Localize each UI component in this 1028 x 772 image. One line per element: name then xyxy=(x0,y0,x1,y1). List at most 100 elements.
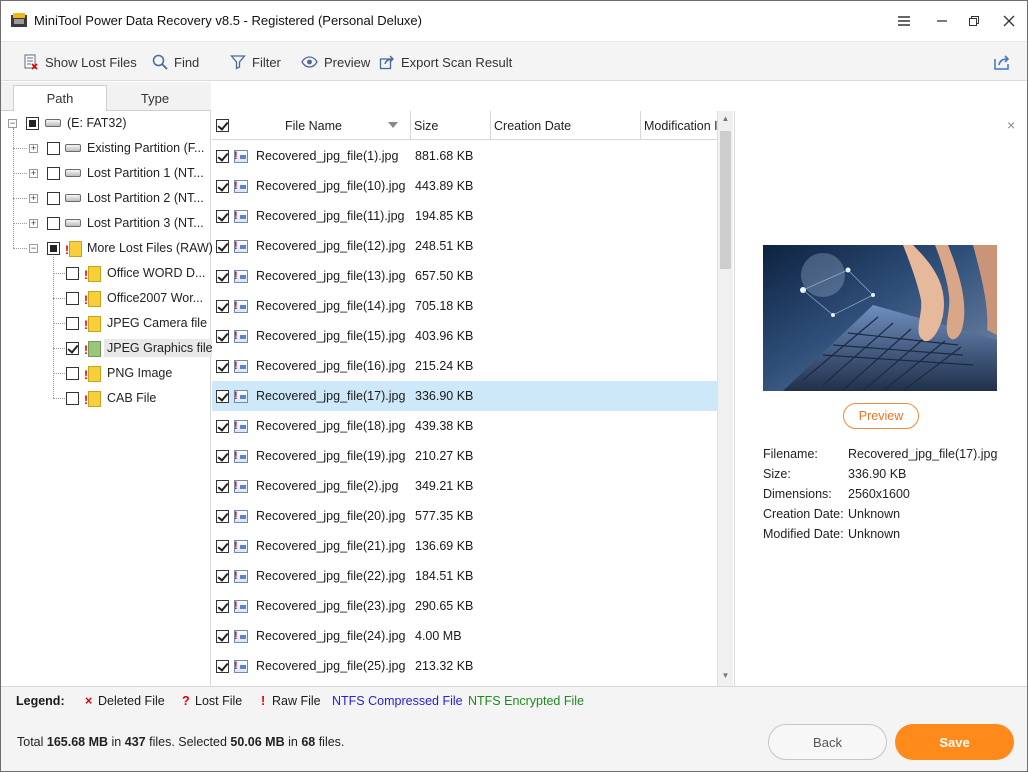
file-row[interactable]: Recovered_jpg_file(1).jpg 881.68 KB xyxy=(212,141,717,171)
partition-checkbox[interactable] xyxy=(47,142,60,155)
collapse-icon[interactable]: − xyxy=(8,119,17,128)
close-button[interactable] xyxy=(997,10,1021,32)
raw-type-checkbox[interactable] xyxy=(66,342,79,355)
file-row[interactable]: Recovered_jpg_file(23).jpg 290.65 KB xyxy=(212,591,717,621)
tree-item-partition[interactable]: + Lost Partition 2 (NT... xyxy=(1,186,211,211)
column-file-name[interactable]: File Name xyxy=(212,111,411,140)
file-checkbox[interactable] xyxy=(216,660,229,673)
file-row[interactable]: Recovered_jpg_file(25).jpg 213.32 KB xyxy=(212,651,717,681)
file-row-selected[interactable]: Recovered_jpg_file(17).jpg 336.90 KB xyxy=(212,381,717,411)
column-modification-date[interactable]: Modification I xyxy=(641,111,717,140)
file-row[interactable]: Recovered_jpg_file(10).jpg 443.89 KB xyxy=(212,171,717,201)
file-checkbox[interactable] xyxy=(216,420,229,433)
file-row[interactable]: Recovered_jpg_file(18).jpg 439.38 KB xyxy=(212,411,717,441)
raw-type-checkbox[interactable] xyxy=(66,367,79,380)
collapse-icon[interactable]: − xyxy=(29,244,38,253)
file-checkbox[interactable] xyxy=(216,210,229,223)
tree-item-more-lost-files[interactable]: − More Lost Files (RAW) xyxy=(1,236,213,261)
file-checkbox[interactable] xyxy=(216,600,229,613)
file-row[interactable]: Recovered_jpg_file(24).jpg 4.00 MB xyxy=(212,621,717,651)
select-all-checkbox[interactable] xyxy=(216,119,229,132)
find-button[interactable]: Find xyxy=(152,52,199,72)
legend-title: Legend: xyxy=(16,694,65,708)
file-list-scrollbar[interactable]: ▲ ▼ xyxy=(717,111,733,686)
minimize-icon xyxy=(937,20,947,22)
root-checkbox[interactable] xyxy=(26,117,39,130)
file-row[interactable]: Recovered_jpg_file(14).jpg 705.18 KB xyxy=(212,291,717,321)
file-checkbox[interactable] xyxy=(216,630,229,643)
tree-item-raw-type[interactable]: Office WORD D... xyxy=(1,261,211,286)
expand-icon[interactable]: + xyxy=(29,194,38,203)
file-checkbox[interactable] xyxy=(216,240,229,253)
file-checkbox[interactable] xyxy=(216,510,229,523)
eye-icon xyxy=(301,56,318,68)
tree-item-partition[interactable]: + Lost Partition 1 (NT... xyxy=(1,161,211,186)
file-row[interactable]: Recovered_jpg_file(12).jpg 248.51 KB xyxy=(212,231,717,261)
column-size[interactable]: Size xyxy=(411,111,491,140)
close-preview-icon[interactable]: × xyxy=(1007,117,1015,133)
scroll-up-icon[interactable]: ▲ xyxy=(720,114,731,126)
tree-item-raw-type[interactable]: CAB File xyxy=(1,386,211,411)
tree-item-raw-type[interactable]: Office2007 Wor... xyxy=(1,286,211,311)
raw-type-checkbox[interactable] xyxy=(66,267,79,280)
raw-type-checkbox[interactable] xyxy=(66,392,79,405)
file-checkbox[interactable] xyxy=(216,150,229,163)
file-checkbox[interactable] xyxy=(216,390,229,403)
file-row[interactable]: Recovered_jpg_file(20).jpg 577.35 KB xyxy=(212,501,717,531)
preview-button[interactable]: Preview xyxy=(843,403,919,429)
raw-folder-icon xyxy=(84,391,101,407)
partition-checkbox[interactable] xyxy=(47,167,60,180)
preview-toolbar-button[interactable]: Preview xyxy=(301,52,370,72)
file-checkbox[interactable] xyxy=(216,450,229,463)
filter-button[interactable]: Filter xyxy=(230,52,281,72)
file-row[interactable]: Recovered_jpg_file(19).jpg 210.27 KB xyxy=(212,441,717,471)
partition-checkbox[interactable] xyxy=(47,192,60,205)
file-row[interactable]: Recovered_jpg_file(15).jpg 403.96 KB xyxy=(212,321,717,351)
tree-item-partition[interactable]: + Existing Partition (F... xyxy=(1,136,211,161)
expand-icon[interactable]: + xyxy=(29,219,38,228)
export-scan-result-button[interactable]: Export Scan Result xyxy=(379,52,512,72)
tab-path[interactable]: Path xyxy=(13,85,107,112)
minimize-button[interactable] xyxy=(930,10,954,32)
scrollbar-thumb[interactable] xyxy=(720,131,731,269)
tree-item-label: (E: FAT32) xyxy=(67,116,127,130)
save-button[interactable]: Save xyxy=(895,724,1014,760)
file-checkbox[interactable] xyxy=(216,360,229,373)
raw-type-checkbox[interactable] xyxy=(66,317,79,330)
tree-item-raw-type[interactable]: JPEG Camera file xyxy=(1,311,211,336)
expand-icon[interactable]: + xyxy=(29,144,38,153)
file-row[interactable]: Recovered_jpg_file(2).jpg 349.21 KB xyxy=(212,471,717,501)
file-checkbox[interactable] xyxy=(216,540,229,553)
file-checkbox[interactable] xyxy=(216,300,229,313)
tab-type[interactable]: Type xyxy=(108,85,202,112)
file-checkbox[interactable] xyxy=(216,270,229,283)
back-button[interactable]: Back xyxy=(768,724,887,760)
lost-file-icon: ? xyxy=(182,694,190,708)
file-row[interactable]: Recovered_jpg_file(13).jpg 657.50 KB xyxy=(212,261,717,291)
file-checkbox[interactable] xyxy=(216,330,229,343)
tree-item-raw-type[interactable]: PNG Image xyxy=(1,361,211,386)
raw-type-checkbox[interactable] xyxy=(66,292,79,305)
tree-item-raw-type[interactable]: JPEG Graphics file xyxy=(1,336,216,361)
menu-button[interactable] xyxy=(892,10,916,32)
file-row[interactable]: Recovered_jpg_file(22).jpg 184.51 KB xyxy=(212,561,717,591)
tree-item-root[interactable]: − (E: FAT32) xyxy=(1,111,211,136)
file-checkbox[interactable] xyxy=(216,180,229,193)
column-creation-date[interactable]: Creation Date xyxy=(491,111,641,140)
column-file-name-label: File Name xyxy=(285,118,342,133)
expand-icon[interactable]: + xyxy=(29,169,38,178)
more-lost-files-checkbox[interactable] xyxy=(47,242,60,255)
raw-folder-icon xyxy=(84,316,101,332)
file-row[interactable]: Recovered_jpg_file(16).jpg 215.24 KB xyxy=(212,351,717,381)
tree-item-partition[interactable]: + Lost Partition 3 (NT... xyxy=(1,211,211,236)
maximize-button[interactable] xyxy=(962,10,986,32)
file-checkbox[interactable] xyxy=(216,570,229,583)
scroll-down-icon[interactable]: ▼ xyxy=(720,671,731,683)
file-row[interactable]: Recovered_jpg_file(11).jpg 194.85 KB xyxy=(212,201,717,231)
partition-checkbox[interactable] xyxy=(47,217,60,230)
show-lost-files-button[interactable]: Show Lost Files xyxy=(23,52,137,72)
info-modified-date-label: Modified Date: xyxy=(763,527,844,541)
file-checkbox[interactable] xyxy=(216,480,229,493)
file-row[interactable]: Recovered_jpg_file(21).jpg 136.69 KB xyxy=(212,531,717,561)
share-button[interactable] xyxy=(993,52,1011,72)
